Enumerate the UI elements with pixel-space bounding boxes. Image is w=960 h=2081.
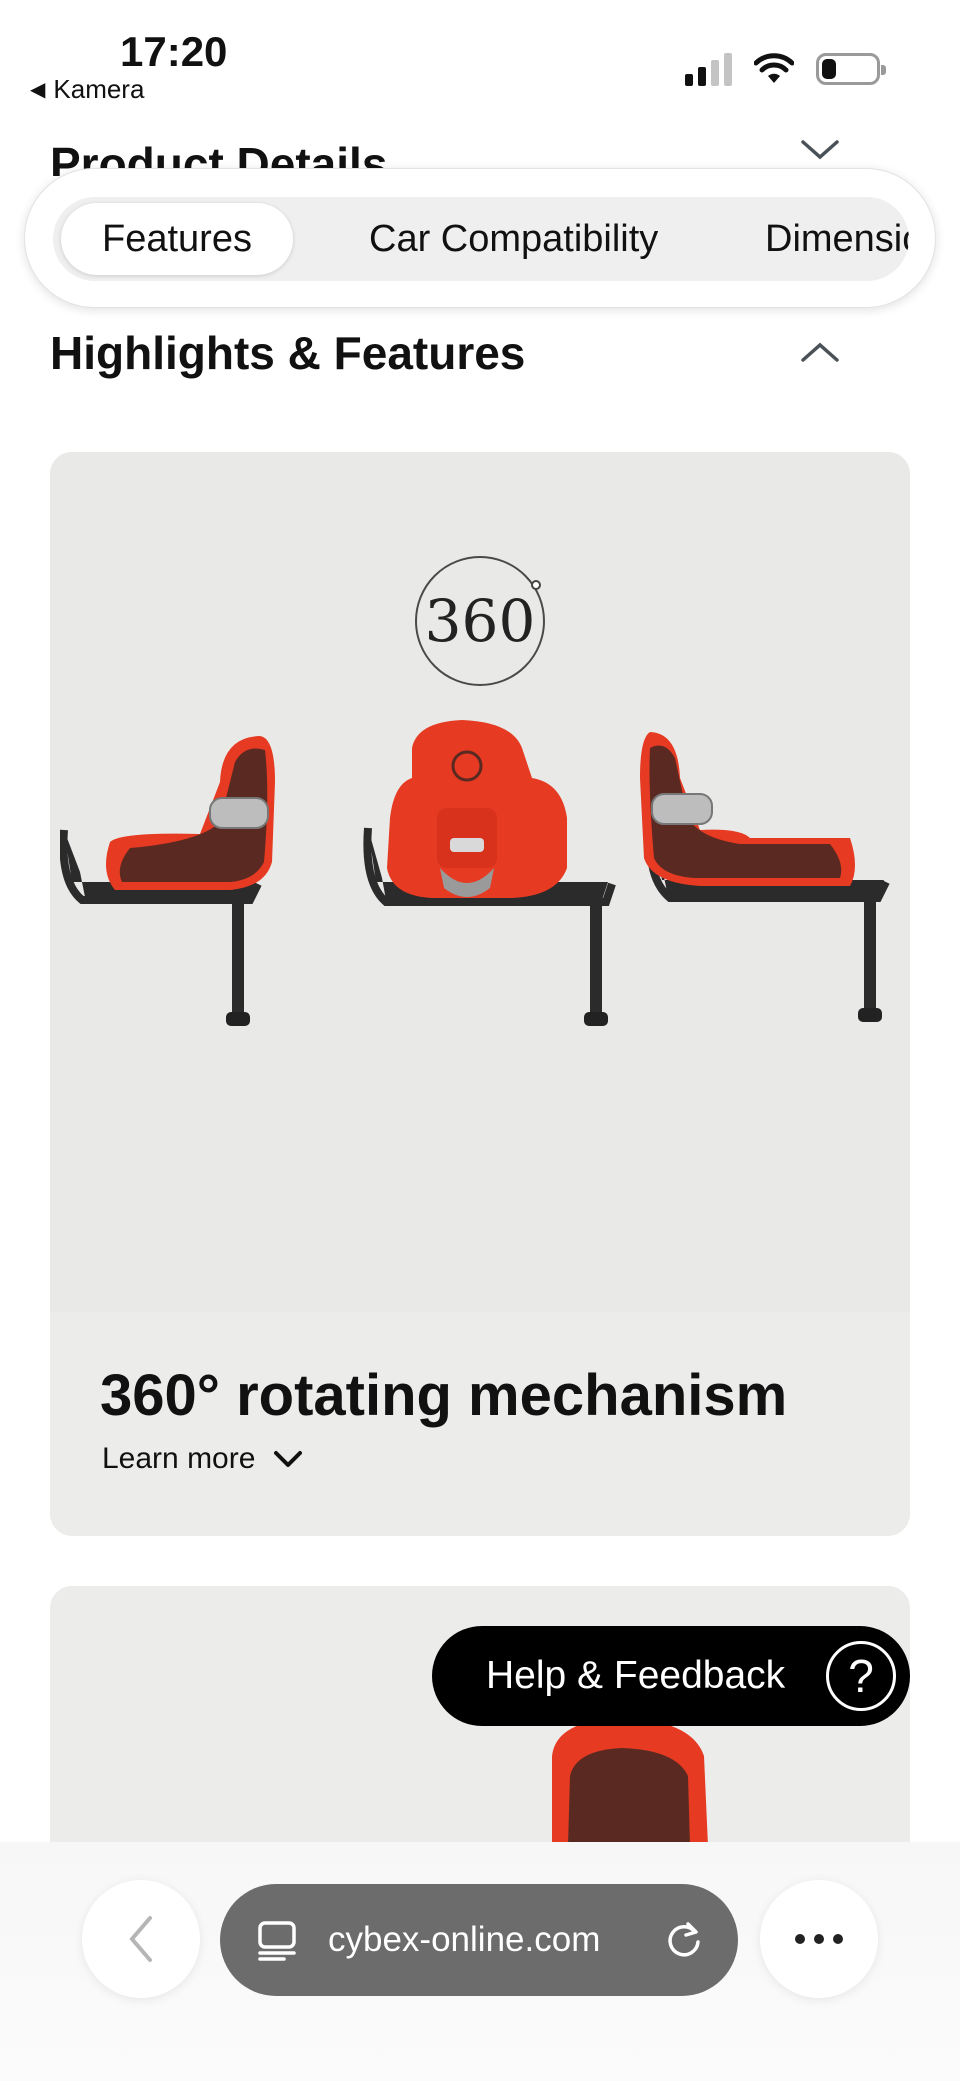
tabs-track: Features Car Compatibility Dimensions xyxy=(53,197,909,281)
tab-dimensions[interactable]: Dimensions xyxy=(765,197,909,281)
browser-toolbar: cybex-online.com xyxy=(0,1842,960,2081)
car-seat-front-center-image xyxy=(363,720,616,1026)
product-tabs-bar: Features Car Compatibility Dimensions xyxy=(24,168,936,308)
reload-icon[interactable] xyxy=(664,1920,704,1960)
chevron-left-icon xyxy=(129,1916,152,1962)
chevron-up-icon[interactable] xyxy=(800,340,840,364)
tab-car-compatibility[interactable]: Car Compatibility xyxy=(369,197,658,281)
ellipsis-icon xyxy=(795,1934,843,1944)
tab-overview-icon xyxy=(258,1921,296,1961)
highlights-features-title: Highlights & Features xyxy=(50,327,526,379)
chevron-down-icon xyxy=(801,140,839,160)
back-triangle-icon: ◀ xyxy=(30,79,46,101)
status-bar: 17:20 ◀ Kamera xyxy=(0,0,960,120)
more-options-button[interactable] xyxy=(760,1880,878,1998)
learn-more-label: Learn more xyxy=(102,1442,256,1475)
url-bar[interactable]: cybex-online.com xyxy=(220,1884,738,1996)
back-to-app-link[interactable]: ◀ Kamera xyxy=(30,74,144,105)
back-app-label: Kamera xyxy=(53,74,145,104)
feature-card[interactable]: 360 360° rotating mechanism Learn more xyxy=(50,452,910,1536)
feature-image: 360 xyxy=(50,452,910,1312)
url-text: cybex-online.com xyxy=(328,1920,601,1959)
browser-back-button[interactable] xyxy=(82,1880,200,1998)
learn-more-button[interactable]: Learn more xyxy=(102,1442,303,1476)
cellular-signal-icon xyxy=(685,52,732,86)
help-feedback-label: Help & Feedback xyxy=(486,1654,786,1697)
rotation-360-badge: 360 xyxy=(415,556,545,686)
status-icons xyxy=(685,52,886,86)
chevron-down-icon xyxy=(274,1451,303,1467)
battery-icon xyxy=(816,53,886,85)
help-feedback-button[interactable]: Help & Feedback ? xyxy=(432,1626,910,1726)
tab-features[interactable]: Features xyxy=(61,203,293,275)
feature-title: 360° rotating mechanism xyxy=(100,1363,788,1428)
car-seat-side-right-image xyxy=(640,732,890,1022)
wifi-icon xyxy=(754,53,794,83)
car-seat-side-left-image xyxy=(60,736,275,1026)
car-seat-partial-image xyxy=(552,1718,708,1842)
status-time: 17:20 xyxy=(120,28,228,75)
badge-text: 360 xyxy=(424,587,536,655)
question-mark-icon: ? xyxy=(826,1641,896,1711)
